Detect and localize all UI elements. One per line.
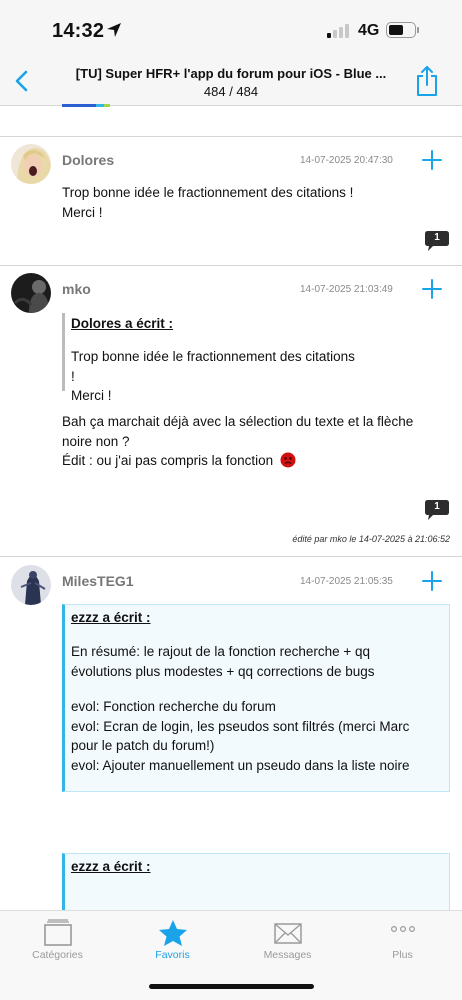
quote-header[interactable]: ezzz a écrit : <box>71 610 449 625</box>
text-line: pour le patch du forum!) <box>71 738 215 753</box>
post-body: Trop bonne idée le fractionnement des ci… <box>62 183 452 222</box>
angry-smiley-icon <box>280 452 296 468</box>
more-icon <box>390 925 416 933</box>
tab-favoris[interactable]: Favoris <box>115 911 230 971</box>
plus-icon[interactable] <box>420 277 444 301</box>
envelope-icon <box>274 923 302 944</box>
plus-icon[interactable] <box>420 148 444 172</box>
share-icon[interactable] <box>412 64 442 98</box>
text-line: En résumé: le rajout de la fonction rech… <box>71 644 371 659</box>
location-arrow-icon <box>107 23 121 37</box>
post-date: 14-07-2025 21:03:49 <box>300 284 393 295</box>
post-milesteg1: MilesTEG1 14-07-2025 21:05:35 ezzz a écr… <box>0 556 462 923</box>
home-indicator[interactable] <box>149 984 314 989</box>
quote-body: Trop bonne idée le fractionnement des ci… <box>71 347 362 406</box>
tab-label: Catégories <box>32 949 83 961</box>
reply-count-bubble[interactable]: 1 <box>424 230 450 252</box>
text-line: evol: Fonction recherche du forum <box>71 699 276 714</box>
star-icon <box>159 920 187 946</box>
text-line <box>71 681 449 697</box>
post-mko: mko 14-07-2025 21:03:49 Dolores a écrit … <box>0 265 462 557</box>
text-line: Bah ça marchait déjà avec la sélection d… <box>62 414 414 429</box>
text-line: noire non ? <box>62 433 130 449</box>
network-label: 4G <box>358 22 380 39</box>
quote-body: En résumé: le rajout de la fonction rech… <box>71 642 449 775</box>
reply-count: 1 <box>434 232 440 243</box>
tab-label: Favoris <box>155 949 190 961</box>
post-author[interactable]: MilesTEG1 <box>62 573 134 589</box>
tab-plus[interactable]: Plus <box>345 911 460 971</box>
post-dolores: Dolores 14-07-2025 20:47:30 Trop bonne i… <box>0 136 462 266</box>
text-line: evol: Ajouter manuellement un pseudo dan… <box>71 757 410 773</box>
categories-icon <box>44 919 72 946</box>
text-line: Trop bonne idée le fractionnement des ci… <box>62 185 354 200</box>
post-date: 14-07-2025 21:05:35 <box>300 576 393 587</box>
text-line: evol: Ecran de login, les pseudos sont f… <box>71 718 410 734</box>
status-time: 14:32 <box>52 20 105 42</box>
status-bar: 14:32 4G <box>0 0 462 58</box>
quote-block: ezzz a écrit : En résumé: le rajout de l… <box>62 604 450 792</box>
text-line: Trop bonne idée le fractionnement des ci… <box>71 349 355 384</box>
text-line: Merci ! <box>71 388 112 403</box>
post-date: 14-07-2025 20:47:30 <box>300 155 393 166</box>
post-body: Bah ça marchait déjà avec la sélection d… <box>62 412 452 471</box>
navigation-bar: [TU] Super HFR+ l'app du forum pour iOS … <box>0 58 462 106</box>
signal-icon <box>327 24 349 38</box>
tab-label: Plus <box>392 949 413 961</box>
text-line: évolutions plus modestes + qq correction… <box>71 663 375 679</box>
plus-icon[interactable] <box>420 569 444 593</box>
quote-header[interactable]: ezzz a écrit : <box>71 859 449 874</box>
post-author[interactable]: mko <box>62 281 91 297</box>
tab-categories[interactable]: Catégories <box>0 911 115 971</box>
avatar <box>11 144 51 184</box>
tab-messages[interactable]: Messages <box>230 911 345 971</box>
post-author[interactable]: Dolores <box>62 152 114 168</box>
color-progress-bar <box>62 104 110 107</box>
quote-block: Dolores a écrit : Trop bonne idée le fra… <box>62 313 362 403</box>
edit-note: édité par mko le 14-07-2025 à 21:06:52 <box>292 534 450 544</box>
quote-header[interactable]: Dolores a écrit : <box>71 316 362 331</box>
text-line: Édit : ou j'ai pas compris la fonction <box>62 453 274 468</box>
reply-count: 1 <box>434 501 440 512</box>
back-chevron-icon[interactable] <box>10 66 34 96</box>
avatar <box>11 565 51 605</box>
topic-title: [TU] Super HFR+ l'app du forum pour iOS … <box>75 66 387 81</box>
tab-label: Messages <box>263 949 312 961</box>
text-line: Merci ! <box>62 204 103 220</box>
reply-count-bubble[interactable]: 1 <box>424 499 450 521</box>
page-counter[interactable]: 484 / 484 <box>46 84 416 99</box>
battery-icon <box>386 22 416 38</box>
avatar <box>11 273 51 313</box>
